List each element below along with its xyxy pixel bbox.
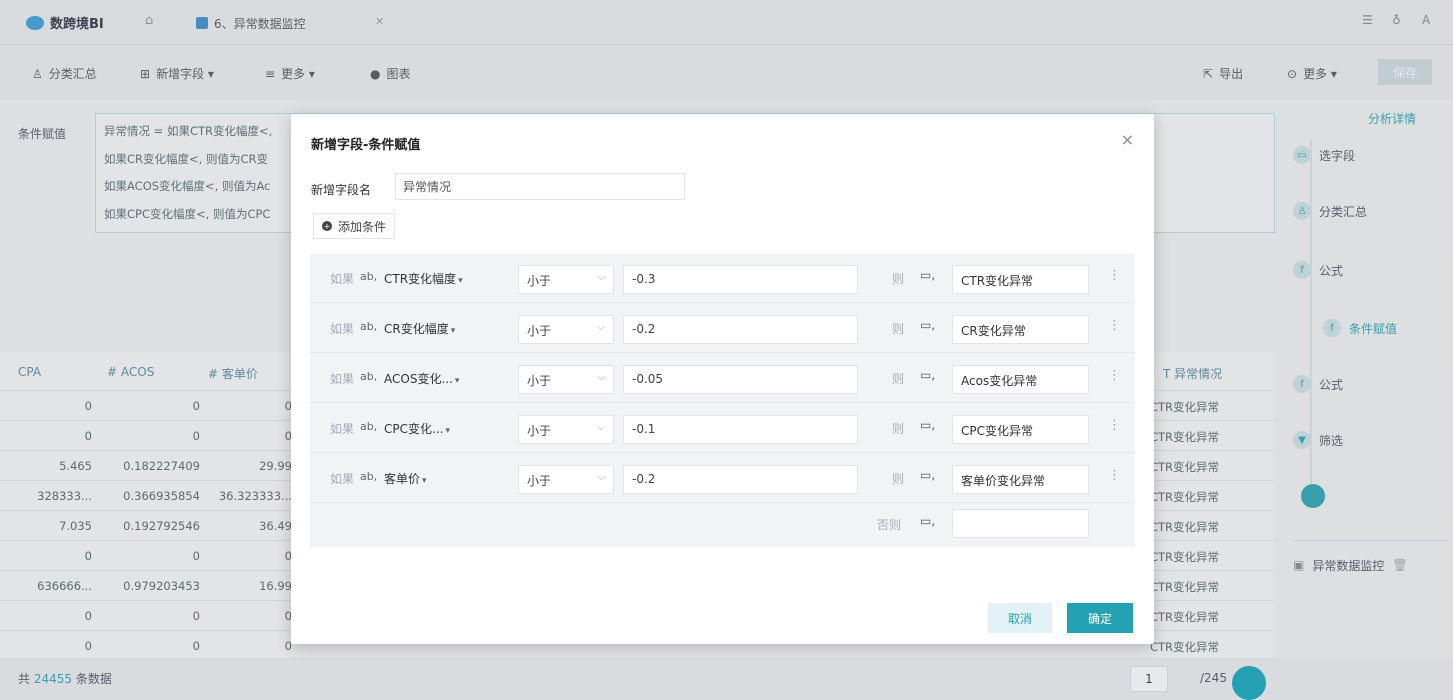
operator-select[interactable]: 小于 ⌵ [518,465,614,494]
condition-value: -0.2 [632,322,656,336]
more-vertical-icon[interactable]: ⋮ [1108,418,1121,433]
caret-down-icon: ▾ [450,326,456,336]
condition-field-select[interactable]: ACOS变化... ▾ [384,370,459,387]
condition-value-input[interactable]: -0.05 [623,365,858,394]
operator-select[interactable]: 小于 ⌵ [518,365,614,394]
condition-value: -0.2 [632,472,656,486]
text-type-icon: ▭, [920,268,936,282]
condition-value: -0.1 [632,422,656,436]
condition-field-select[interactable]: CR变化幅度 ▾ [384,320,455,337]
text-type-icon: ▭, [920,514,936,528]
text-type-icon: ab, [360,370,378,383]
condition-value-input[interactable]: -0.2 [623,315,858,344]
add-condition-button[interactable]: + 添加条件 [313,213,396,239]
result-value: CPC变化异常 [961,424,1033,438]
text-type-icon: ab, [360,320,378,333]
condition-row: 如果 ab, CTR变化幅度 ▾ 小于 ⌵ -0.3 则 ▭, CTR变化异常 ⋮ [310,254,1135,303]
operator-label: 小于 [527,274,552,288]
result-value-input[interactable]: CTR变化异常 [952,265,1089,294]
condition-row: 如果 ab, ACOS变化... ▾ 小于 ⌵ -0.05 则 ▭, Acos变化异常 ⋮ [310,354,1135,403]
chevron-down-icon: ⌵ [597,472,605,483]
operator-label: 小于 [527,424,552,438]
condition-field-select[interactable]: CPC变化... ▾ [384,420,450,437]
confirm-button[interactable]: 确定 [1067,603,1133,633]
text-type-icon: ▭, [920,318,936,332]
condition-row: 如果 ab, CPC变化... ▾ 小于 ⌵ -0.1 则 ▭, CPC变化异常 ⋮ [310,404,1135,453]
condition-field-select[interactable]: 客单价 ▾ [384,470,427,487]
caret-down-icon: ▾ [422,476,427,486]
result-value: CTR变化异常 [961,274,1034,288]
add-condition-label: 添加条件 [338,219,387,234]
field-label: CTR变化幅度 [384,272,457,286]
field-label: ACOS变化... [384,372,453,386]
then-label: 则 [892,322,905,336]
result-value-input[interactable]: 客单价变化异常 [952,465,1089,494]
condition-value-input[interactable]: -0.3 [623,265,858,294]
field-label: 客单价 [384,472,421,486]
condition-row: 如果 ab, 客单价 ▾ 小于 ⌵ -0.2 则 ▭, 客单价变化异常 ⋮ [310,454,1135,503]
result-value: CR变化异常 [961,324,1026,338]
if-label: 如果 [330,272,355,286]
chevron-down-icon: ⌵ [597,322,605,333]
field-name-input[interactable] [395,173,685,200]
condition-field-select[interactable]: CTR变化幅度 ▾ [384,270,463,287]
condition-row: 如果 ab, CR变化幅度 ▾ 小于 ⌵ -0.2 则 ▭, CR变化异常 ⋮ [310,304,1135,353]
chevron-down-icon: ⌵ [597,272,605,283]
operator-select[interactable]: 小于 ⌵ [518,415,614,444]
more-vertical-icon[interactable]: ⋮ [1108,268,1121,283]
result-value-input[interactable]: Acos变化异常 [952,365,1089,394]
text-type-icon: ab, [360,470,378,483]
caret-down-icon: ▾ [454,376,460,386]
condition-value: -0.3 [632,272,656,286]
result-value: Acos变化异常 [961,374,1038,388]
caret-down-icon: ▾ [458,276,463,286]
more-vertical-icon[interactable]: ⋮ [1108,318,1121,333]
chevron-down-icon: ⌵ [597,422,605,433]
text-type-icon: ▭, [920,468,936,482]
condition-value: -0.05 [632,372,664,386]
then-label: 则 [892,272,905,286]
operator-select[interactable]: 小于 ⌵ [518,315,614,344]
result-value: 客单价变化异常 [961,474,1046,488]
help-float-button[interactable] [1232,666,1266,700]
if-label: 如果 [330,322,355,336]
plus-circle-icon: + [322,221,332,231]
result-value-input[interactable]: CPC变化异常 [952,415,1089,444]
operator-label: 小于 [527,324,552,338]
then-label: 则 [892,422,905,436]
chevron-down-icon: ⌵ [597,372,605,383]
conditions-area: 如果 ab, CTR变化幅度 ▾ 小于 ⌵ -0.3 则 ▭, CTR变化异常 ⋮ 如果 ab, CR变化… [310,254,1135,547]
field-label: CR变化幅度 [384,322,449,336]
operator-select[interactable]: 小于 ⌵ [518,265,614,294]
else-value-input[interactable] [952,509,1089,538]
caret-down-icon: ▾ [445,426,450,436]
more-vertical-icon[interactable]: ⋮ [1108,468,1121,483]
else-label: 否则 [877,518,902,532]
text-type-icon: ab, [360,420,378,433]
field-name-label: 新增字段名 [311,183,372,197]
text-type-icon: ▭, [920,418,936,432]
then-label: 则 [892,372,905,386]
condition-assign-dialog: 新增字段-条件赋值 × 新增字段名 + 添加条件 如果ab,CTR变化幅度▾小于… [291,114,1154,644]
text-type-icon: ab, [360,270,378,283]
more-vertical-icon[interactable]: ⋮ [1108,368,1121,383]
condition-value-input[interactable]: -0.2 [623,465,858,494]
if-label: 如果 [330,422,355,436]
dialog-title: 新增字段-条件赋值 [311,138,421,153]
condition-value-input[interactable]: -0.1 [623,415,858,444]
close-icon[interactable]: × [1121,130,1134,149]
field-label: CPC变化... [384,422,444,436]
if-label: 如果 [330,472,355,486]
operator-label: 小于 [527,374,552,388]
cancel-button[interactable]: 取消 [988,603,1052,633]
then-label: 则 [892,472,905,486]
operator-label: 小于 [527,474,552,488]
result-value-input[interactable]: CR变化异常 [952,315,1089,344]
if-label: 如果 [330,372,355,386]
text-type-icon: ▭, [920,368,936,382]
